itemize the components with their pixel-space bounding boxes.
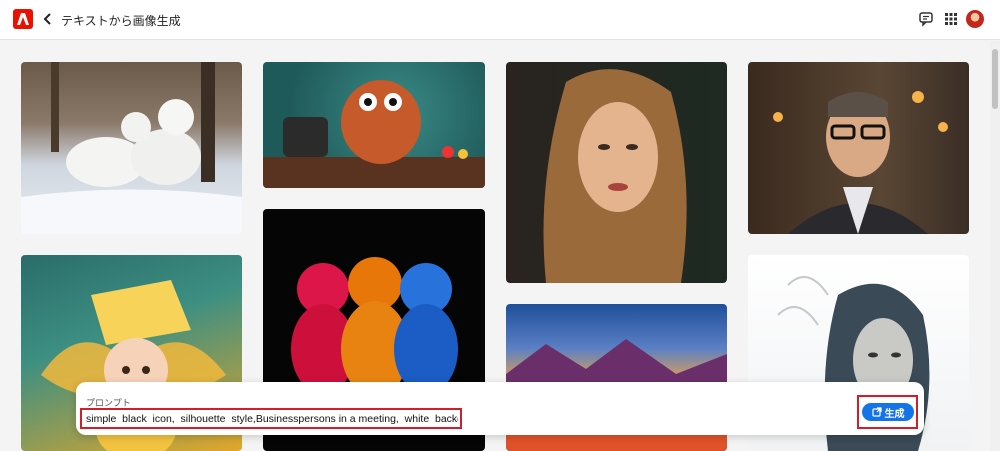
gallery-image-arctic-foxes[interactable] [21,62,242,234]
user-avatar-icon[interactable] [966,10,984,28]
gallery-image-woman-portrait[interactable] [506,62,727,283]
page-title: テキストから画像生成 [61,14,181,28]
page-scrollbar[interactable] [990,41,1000,451]
generate-button-label: 生成 [884,408,905,420]
prompt-highlight-box [80,408,462,429]
chevron-left-icon[interactable] [42,11,54,27]
gallery-image-button-monster[interactable] [263,62,485,188]
apps-grid-icon[interactable] [943,11,959,27]
prompt-input[interactable] [86,412,458,426]
chat-feedback-icon[interactable] [918,11,934,27]
top-bar: テキストから画像生成 [0,0,1000,40]
adobe-logo-icon[interactable] [13,9,33,29]
prompt-panel: プロンプト 生成 [76,382,924,435]
generate-highlight-box: 生成 [857,395,918,429]
generate-sparkle-icon [871,407,882,417]
gallery-image-man-with-glasses[interactable] [748,62,969,234]
scrollbar-thumb[interactable] [992,49,998,109]
generate-button[interactable]: 生成 [862,403,914,421]
